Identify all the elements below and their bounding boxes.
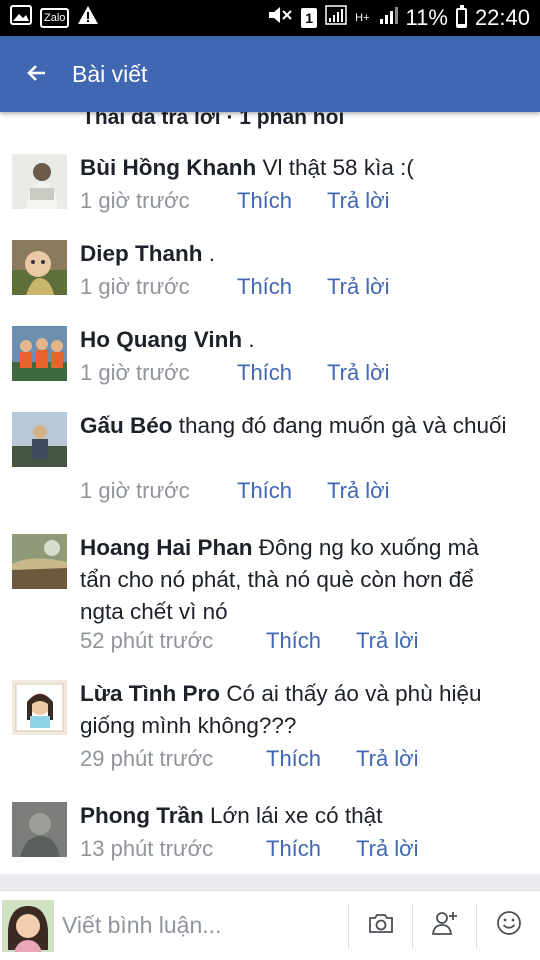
like-button[interactable]: Thích [237, 274, 327, 300]
like-button[interactable]: Thích [237, 360, 327, 386]
comment-body: Hoang Hai Phan Đông ng ko xuống mà tẩn c… [80, 532, 510, 628]
comment-actions: 13 phút trước Thích Trả lời [80, 836, 419, 862]
reply-button[interactable]: Trả lời [356, 746, 419, 772]
battery-percent: 11% [405, 5, 448, 30]
comment-text: Lớn lái xe có thật [210, 803, 383, 828]
comment-time: 1 giờ trước [80, 360, 190, 385]
comment-time: 52 phút trước [80, 628, 214, 653]
mute-icon [267, 5, 293, 31]
comment-author[interactable]: Lừa Tình Pro [80, 681, 220, 706]
comment-author[interactable]: Hoang Hai Phan [80, 535, 253, 560]
avatar[interactable] [12, 412, 67, 467]
like-button[interactable]: Thích [237, 478, 327, 504]
status-bar: Zalo 1 H+ 11% 22:40 [0, 0, 540, 36]
reply-button[interactable]: Trả lời [327, 188, 390, 214]
reply-button[interactable]: Trả lời [327, 360, 390, 386]
comment-composer: Viết bình luận... [0, 890, 540, 960]
comment-author[interactable]: Ho Quang Vinh [80, 327, 242, 352]
comment-text: thang đó đang muốn gà và chuối [178, 413, 507, 438]
comment-time: 1 giờ trước [80, 188, 190, 213]
image-notification-icon [10, 5, 32, 31]
emoji-icon [496, 910, 522, 941]
reply-button[interactable]: Trả lời [356, 836, 419, 862]
comment-author[interactable]: Diep Thanh [80, 241, 203, 266]
comment-time: 13 phút trước [80, 836, 214, 861]
comment-body: Gấu Béo thang đó đang muốn gà và chuối [80, 410, 510, 442]
comment-actions: 1 giờ trước Thích Trả lời [80, 188, 390, 214]
network-type: H+ [355, 12, 370, 24]
comment-body: Diep Thanh . [80, 238, 510, 270]
avatar [2, 899, 54, 952]
like-button[interactable]: Thích [266, 836, 356, 862]
reply-button[interactable]: Trả lời [327, 478, 390, 504]
emoji-button[interactable] [476, 902, 540, 949]
comment-body: Bùi Hồng Khanh Vl thật 58 kìa :( [80, 152, 510, 184]
zalo-icon: Zalo [40, 8, 70, 28]
warning-icon [77, 5, 99, 31]
comment-input[interactable]: Viết bình luận... [54, 912, 348, 939]
avatar[interactable] [12, 680, 67, 735]
like-button[interactable]: Thích [266, 746, 356, 772]
avatar[interactable] [12, 326, 67, 381]
comment-list[interactable]: Thai da tra lơi · 1 phan hoi Bùi Hồng Kh… [0, 112, 540, 872]
comment-time: 1 giờ trước [80, 478, 190, 503]
comment-actions: 1 giờ trước Thích Trả lời [80, 274, 390, 300]
comment-body: Phong Trần Lớn lái xe có thật [80, 800, 510, 832]
add-friend-icon [431, 910, 459, 941]
signal-strength-icon [378, 5, 398, 31]
comment-actions: 1 giờ trước Thích Trả lời [80, 360, 390, 386]
clock: 22:40 [474, 5, 530, 30]
sim-indicator: 1 [301, 8, 318, 28]
comment-text: . [248, 327, 255, 352]
comment-actions: 29 phút trước Thích Trả lời [80, 746, 419, 772]
camera-button[interactable] [348, 902, 412, 949]
battery-icon [455, 5, 467, 28]
comment-author[interactable]: Gấu Béo [80, 413, 173, 438]
comment-actions: 1 giờ trước Thích Trả lời [80, 478, 390, 504]
reply-button[interactable]: Trả lời [356, 628, 419, 654]
reply-button[interactable]: Trả lời [327, 274, 390, 300]
like-button[interactable]: Thích [266, 628, 356, 654]
comment-time: 29 phút trước [80, 746, 214, 771]
comment-author[interactable]: Phong Trần [80, 803, 204, 828]
comment-text: . [208, 241, 216, 266]
avatar[interactable] [12, 802, 67, 857]
back-button[interactable] [0, 36, 72, 112]
avatar[interactable] [12, 240, 67, 295]
app-bar: Bài viết [0, 36, 540, 112]
page-title: Bài viết [72, 60, 148, 87]
comment-time: 1 giờ trước [80, 274, 190, 299]
comment-text: Vl thật 58 kìa :( [262, 155, 414, 180]
tag-friend-button[interactable] [412, 902, 476, 949]
avatar[interactable] [12, 534, 67, 589]
signal-icon [325, 5, 347, 31]
like-button[interactable]: Thích [237, 188, 327, 214]
comment-author[interactable]: Bùi Hồng Khanh [80, 155, 256, 180]
replies-summary[interactable]: Thai da tra lơi · 1 phan hoi [82, 112, 344, 130]
arrow-left-icon [25, 58, 47, 90]
comment-body: Ho Quang Vinh . [80, 324, 510, 356]
avatar[interactable] [12, 154, 67, 209]
camera-icon [368, 912, 394, 939]
comment-actions: 52 phút trước Thích Trả lời [80, 628, 419, 654]
divider [0, 874, 540, 890]
comment-body: Lừa Tình Pro Có ai thấy áo và phù hiệu g… [80, 678, 510, 742]
